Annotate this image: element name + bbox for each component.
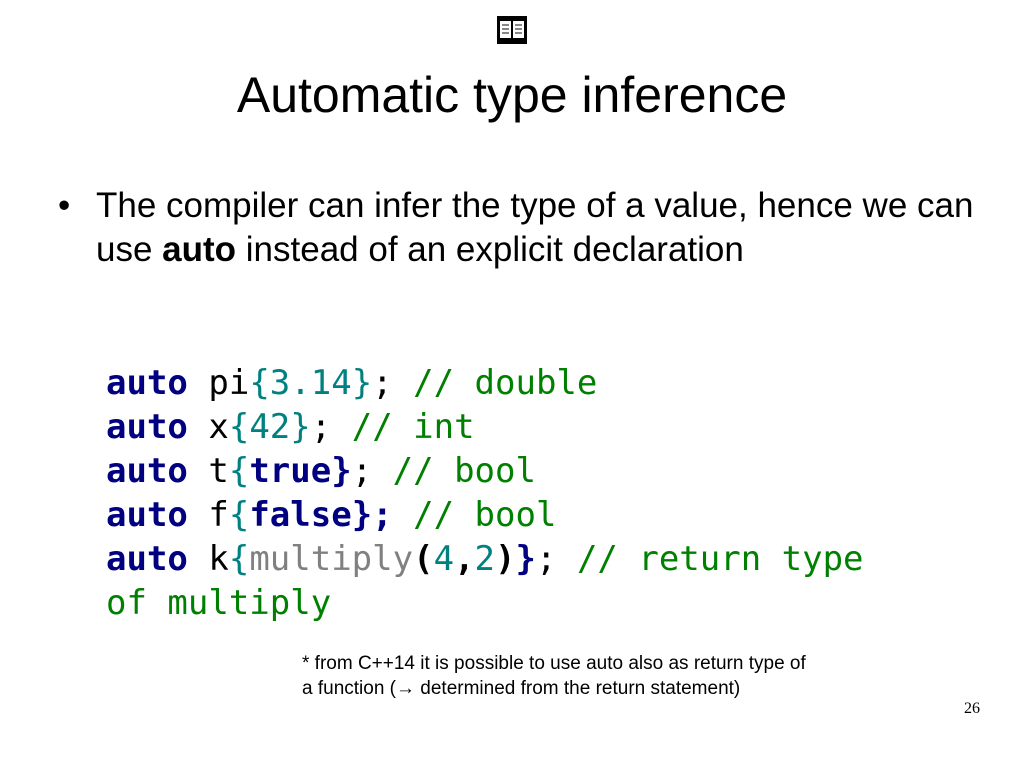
code-comment: // bool bbox=[392, 495, 557, 535]
code-line: auto x{42}; // int bbox=[106, 405, 986, 449]
footnote-line: * from C++14 it is possible to use auto … bbox=[302, 653, 806, 674]
code-brace: } bbox=[331, 451, 352, 491]
code-comment: // double bbox=[392, 363, 598, 403]
book-icon bbox=[496, 14, 528, 46]
code-brace: { bbox=[228, 539, 250, 579]
page-number: 26 bbox=[964, 700, 980, 717]
code-identifier: pi bbox=[187, 363, 250, 403]
code-semicolon: ; bbox=[536, 539, 557, 579]
code-semicolon: ; bbox=[372, 363, 393, 403]
footnote: * from C++14 it is possible to use auto … bbox=[302, 651, 942, 701]
code-brace: { bbox=[228, 495, 250, 535]
code-identifier: x bbox=[187, 407, 229, 447]
code-identifier: t bbox=[187, 451, 229, 491]
bullet-item: • The compiler can infer the type of a v… bbox=[58, 184, 978, 272]
code-brace: } bbox=[351, 495, 373, 535]
code-line: of multiply bbox=[106, 581, 986, 625]
code-brace: { bbox=[228, 407, 250, 447]
bullet-text-after: instead of an explicit declaration bbox=[236, 230, 744, 269]
code-number: 4 bbox=[433, 539, 455, 579]
code-block: auto pi{3.14}; // double auto x{42}; // i… bbox=[106, 361, 986, 625]
code-comment: // int bbox=[331, 407, 475, 447]
code-keyword: auto bbox=[106, 451, 188, 491]
code-semicolon: ; bbox=[351, 451, 373, 491]
code-line: auto t{true}; // bool bbox=[106, 449, 986, 493]
code-brace: { bbox=[228, 451, 250, 491]
code-paren: ( bbox=[413, 539, 434, 579]
code-number: 2 bbox=[474, 539, 496, 579]
code-literal: true bbox=[249, 451, 332, 491]
code-semicolon: ; bbox=[310, 407, 332, 447]
code-literal: false bbox=[249, 495, 352, 535]
bullet-keyword-auto: auto bbox=[162, 230, 237, 269]
bullet-marker: • bbox=[58, 186, 71, 225]
code-line: auto pi{3.14}; // double bbox=[106, 361, 986, 405]
footnote-line: a function (→ determined from the return… bbox=[302, 678, 741, 699]
code-comment: // bool bbox=[372, 451, 536, 491]
code-line: auto f{false}; // bool bbox=[106, 493, 986, 537]
code-comment: of multiply bbox=[106, 583, 332, 623]
code-line: auto k{multiply(4,2)}; // return type bbox=[106, 537, 986, 581]
code-brace: } bbox=[351, 363, 373, 403]
code-brace: } bbox=[290, 407, 311, 447]
code-brace: } bbox=[515, 539, 536, 579]
code-paren: ) bbox=[495, 539, 516, 579]
code-brace: { bbox=[249, 363, 270, 403]
code-comment: // return type bbox=[556, 539, 864, 579]
code-keyword: auto bbox=[106, 363, 188, 403]
code-number: 42 bbox=[249, 407, 291, 447]
code-semicolon: ; bbox=[372, 495, 393, 535]
code-keyword: auto bbox=[106, 407, 188, 447]
code-comma: , bbox=[454, 539, 475, 579]
code-keyword: auto bbox=[106, 539, 188, 579]
slide-title: Automatic type inference bbox=[236, 67, 788, 123]
code-identifier: f bbox=[187, 495, 229, 535]
code-identifier: k bbox=[187, 539, 229, 579]
bullet-text: The compiler can infer the type of a val… bbox=[96, 184, 978, 272]
code-number: 3.14 bbox=[269, 363, 352, 403]
code-function-name: multiply bbox=[249, 539, 414, 579]
code-keyword: auto bbox=[106, 495, 188, 535]
